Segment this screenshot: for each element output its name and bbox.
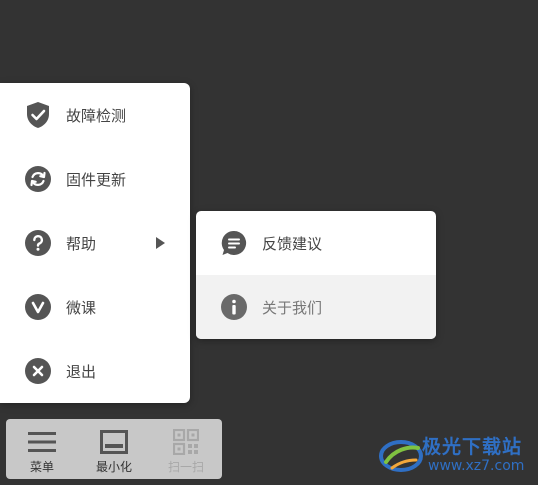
info-icon	[220, 293, 248, 321]
menu-item-label: 微课	[66, 298, 97, 317]
menu-item-label: 退出	[66, 362, 97, 381]
qr-code-icon	[173, 429, 199, 455]
submenu-item-about-us[interactable]: 关于我们	[196, 275, 436, 339]
chat-bubble-icon	[220, 229, 248, 257]
menu-item-label: 故障检测	[66, 106, 127, 125]
watermark-url: www.xz7.com	[428, 458, 525, 474]
help-submenu: 反馈建议 关于我们	[196, 211, 436, 339]
submenu-item-label: 关于我们	[262, 298, 323, 317]
watermark-logo: 极光下载站 www.xz7.com	[378, 430, 538, 480]
minimize-button[interactable]: 最小化	[78, 419, 150, 479]
submenu-arrow-icon	[156, 237, 165, 249]
menu-item-help[interactable]: 帮助	[0, 211, 190, 275]
hamburger-icon	[27, 429, 57, 455]
aurora-logo-icon	[379, 440, 423, 472]
menu-item-micro-course[interactable]: 微课	[0, 275, 190, 339]
watermark-title: 极光下载站	[422, 436, 523, 458]
menu-item-label: 固件更新	[66, 170, 127, 189]
scan-button-label: 扫一扫	[167, 460, 204, 474]
submenu-item-label: 反馈建议	[262, 234, 323, 253]
minimize-button-label: 最小化	[95, 460, 132, 474]
scan-button[interactable]: 扫一扫	[150, 419, 222, 479]
minimize-window-icon	[100, 429, 128, 455]
menu-button-label: 菜单	[29, 460, 54, 474]
bottom-toolbar: 菜单 最小化 扫一扫	[6, 419, 222, 479]
menu-item-label: 帮助	[66, 234, 97, 253]
submenu-item-feedback[interactable]: 反馈建议	[196, 211, 436, 275]
chevron-down-circle-icon	[24, 293, 52, 321]
menu-item-fault-detection[interactable]: 故障检测	[0, 83, 190, 147]
menu-item-firmware-update[interactable]: 固件更新	[0, 147, 190, 211]
question-icon	[24, 229, 52, 257]
main-menu: 故障检测 固件更新 帮助 微课 退出	[0, 83, 190, 403]
menu-item-exit[interactable]: 退出	[0, 339, 190, 403]
refresh-icon	[24, 165, 52, 193]
close-circle-icon	[24, 357, 52, 385]
menu-button[interactable]: 菜单	[6, 419, 78, 479]
shield-check-icon	[24, 101, 52, 129]
